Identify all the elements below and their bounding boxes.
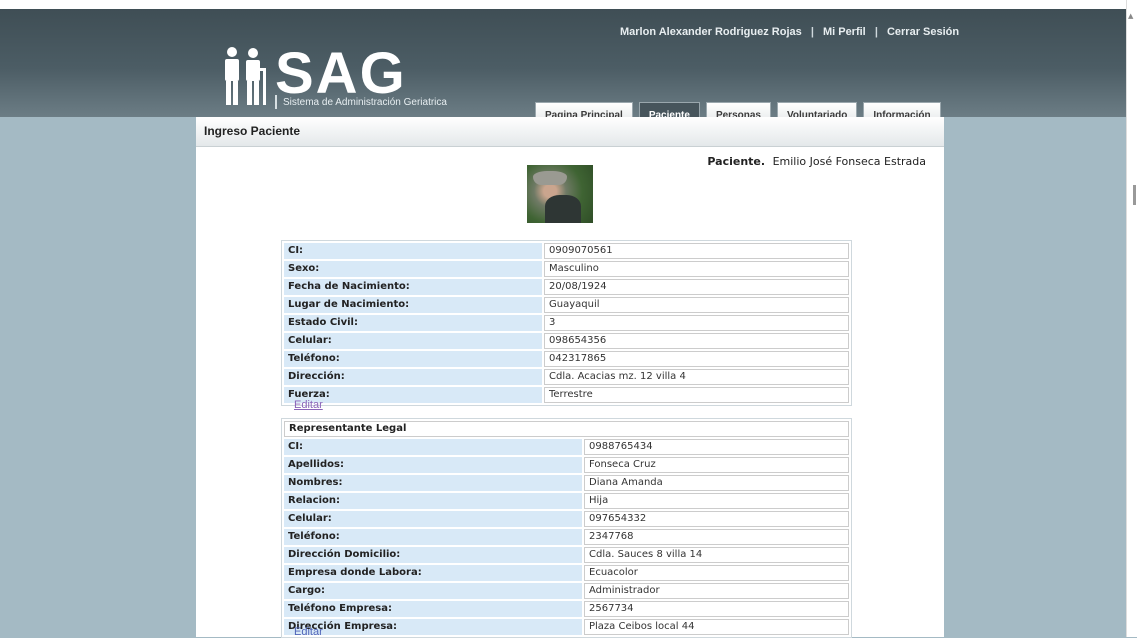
field-label: Apellidos: — [284, 457, 582, 473]
field-label: Nombres: — [284, 475, 582, 491]
table-row: CI: 0909070561 — [284, 243, 849, 259]
field-label: Celular: — [284, 333, 542, 349]
field-value: 097654332 — [584, 511, 849, 527]
patient-name-value: Emilio José Fonseca Estrada — [772, 155, 926, 168]
field-label: Relacion: — [284, 493, 582, 509]
field-value: Hija — [584, 493, 849, 509]
field-label: Estado Civil: — [284, 315, 542, 331]
logo-divider — [275, 95, 277, 109]
field-value: Terrestre — [544, 387, 849, 403]
field-value: 2567734 — [584, 601, 849, 617]
table-row: Lugar de Nacimiento: Guayaquil — [284, 297, 849, 313]
field-value: 20/08/1924 — [544, 279, 849, 295]
field-label: Sexo: — [284, 261, 542, 277]
table-row: Relacion: Hija — [284, 493, 849, 509]
table-row: Nombres: Diana Amanda — [284, 475, 849, 491]
field-label: Celular: — [284, 511, 582, 527]
representative-table: Representante Legal CI: 0988765434 Apellid… — [281, 418, 852, 638]
photo-coat — [545, 195, 581, 223]
field-label: Dirección: — [284, 369, 542, 385]
field-value: 0988765434 — [584, 439, 849, 455]
field-value: Diana Amanda — [584, 475, 849, 491]
profile-link[interactable]: Mi Perfil — [823, 26, 866, 38]
table-row: Teléfono: 042317865 — [284, 351, 849, 367]
field-label: Teléfono Empresa: — [284, 601, 582, 617]
edit-representative-link[interactable]: Editar — [294, 626, 323, 638]
field-label: Dirección Domicilio: — [284, 547, 582, 563]
field-value: Administrador — [584, 583, 849, 599]
field-value: 0909070561 — [544, 243, 849, 259]
logout-link[interactable]: Cerrar Sesión — [887, 26, 959, 38]
table-row: Empresa donde Labora: Ecuacolor — [284, 565, 849, 581]
field-label: Dirección Empresa: — [284, 619, 582, 635]
field-value: Cdla. Acacias mz. 12 villa 4 — [544, 369, 849, 385]
field-value: 098654356 — [544, 333, 849, 349]
main-content: Paciente. Emilio José Fonseca Estrada CI… — [196, 147, 944, 638]
field-label: Cargo: — [284, 583, 582, 599]
table-row: Estado Civil: 3 — [284, 315, 849, 331]
table-row: Dirección: Cdla. Acacias mz. 12 villa 4 — [284, 369, 849, 385]
page-title: Ingreso Paciente — [204, 124, 301, 138]
table-row: Teléfono Empresa: 2567734 — [284, 601, 849, 617]
field-value: Plaza Ceibos local 44 — [584, 619, 849, 635]
photo-cap — [533, 171, 567, 185]
table-row: CI: 0988765434 — [284, 439, 849, 455]
table-row: Dirección Empresa: Plaza Ceibos local 44 — [284, 619, 849, 635]
representative-heading: Representante Legal — [284, 421, 849, 437]
user-name: Marlon Alexander Rodriguez Rojas — [620, 26, 802, 38]
field-label: Teléfono: — [284, 351, 542, 367]
patient-info-table: CI: 0909070561 Sexo: Masculino Fecha de Naci… — [281, 240, 852, 406]
table-row: Celular: 097654332 — [284, 511, 849, 527]
patient-name: Paciente. Emilio José Fonseca Estrada — [707, 155, 926, 168]
field-value: Ecuacolor — [584, 565, 849, 581]
site-header: Marlon Alexander Rodriguez Rojas | Mi Pe… — [0, 9, 1127, 128]
field-value: 2347768 — [584, 529, 849, 545]
table-row: Dirección Domicilio: Cdla. Sauces 8 villa… — [284, 547, 849, 563]
field-label: Teléfono: — [284, 529, 582, 545]
separator: | — [810, 26, 814, 38]
field-value: Fonseca Cruz — [584, 457, 849, 473]
table-row: Representante Legal — [284, 421, 849, 437]
field-value: 042317865 — [544, 351, 849, 367]
field-value: Cdla. Sauces 8 villa 14 — [584, 547, 849, 563]
field-value: Masculino — [544, 261, 849, 277]
patient-photo — [527, 165, 593, 223]
table-row: Apellidos: Fonseca Cruz — [284, 457, 849, 473]
vertical-scrollbar[interactable]: ▲ — [1126, 0, 1137, 637]
table-row: Sexo: Masculino — [284, 261, 849, 277]
table-row: Teléfono: 2347768 — [284, 529, 849, 545]
table-row: Fuerza: Terrestre — [284, 387, 849, 403]
user-bar: Marlon Alexander Rodriguez Rojas | Mi Pe… — [620, 26, 959, 38]
page-title-bar: Ingreso Paciente — [196, 117, 944, 147]
people-logo-icon — [225, 47, 266, 105]
patient-label: Paciente. — [707, 155, 766, 168]
field-label: CI: — [284, 243, 542, 259]
logo-subtitle: Sistema de Administración Geriatrica — [283, 97, 447, 108]
field-value: Guayaquil — [544, 297, 849, 313]
separator: | — [874, 26, 878, 38]
field-label: CI: — [284, 439, 582, 455]
top-strip — [0, 0, 1137, 9]
scroll-thumb[interactable] — [1133, 185, 1136, 205]
table-row: Fecha de Nacimiento: 20/08/1924 — [284, 279, 849, 295]
edit-patient-link[interactable]: Editar — [294, 399, 323, 411]
table-row: Cargo: Administrador — [284, 583, 849, 599]
field-label: Lugar de Nacimiento: — [284, 297, 542, 313]
field-value: 3 — [544, 315, 849, 331]
scroll-up-icon[interactable]: ▲ — [1128, 12, 1133, 20]
table-row: Celular: 098654356 — [284, 333, 849, 349]
field-label: Fecha de Nacimiento: — [284, 279, 542, 295]
field-label: Empresa donde Labora: — [284, 565, 582, 581]
